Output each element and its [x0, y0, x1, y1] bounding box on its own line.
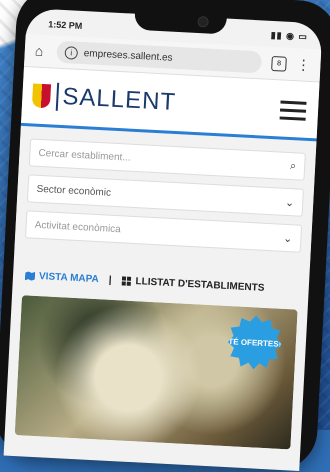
info-icon[interactable]: i — [64, 45, 79, 60]
phone-notch — [134, 5, 228, 35]
home-icon[interactable]: ⌂ — [34, 43, 57, 60]
url-field[interactable]: i empreses.sallent.es — [56, 40, 263, 74]
hamburger-icon[interactable] — [279, 100, 307, 125]
search-icon[interactable]: ⌕ — [290, 160, 297, 173]
chevron-down-icon: ⌄ — [284, 196, 295, 209]
search-placeholder: Cercar establiment... — [38, 147, 131, 164]
filters: Cercar establiment... ⌕ Sector econòmic … — [14, 125, 317, 268]
phone-screen: 1:52 PM ▮▮ ◉ ▭ ⌂ i empreses.sallent.es 8… — [3, 8, 323, 471]
site-logo[interactable]: SALLENT — [62, 83, 177, 117]
sector-select[interactable]: Sector econòmic ⌄ — [26, 174, 304, 217]
sector-label: Sector econòmic — [36, 183, 112, 199]
chevron-down-icon: ⌄ — [282, 232, 293, 245]
phone-frame: 1:52 PM ▮▮ ◉ ▭ ⌂ i empreses.sallent.es 8… — [0, 0, 330, 472]
status-icons: ▮▮ ◉ ▭ — [270, 29, 309, 42]
status-time: 1:52 PM — [47, 19, 83, 31]
activity-select[interactable]: Activitat econòmica ⌄ — [25, 210, 303, 253]
map-view-label: VISTA MAPA — [38, 271, 100, 286]
logo-divider — [55, 82, 60, 111]
tabs-icon[interactable]: 8 — [271, 55, 287, 72]
search-input[interactable]: Cercar establiment... ⌕ — [28, 138, 306, 181]
list-view-link[interactable]: LLISTAT D'ESTABLIMENTS — [121, 275, 265, 294]
view-separator: | — [108, 274, 112, 286]
url-text: empreses.sallent.es — [83, 47, 173, 64]
camera-icon — [197, 16, 209, 28]
map-view-link[interactable]: VISTA MAPA — [25, 270, 99, 285]
coat-of-arms-icon[interactable] — [31, 83, 52, 109]
map-icon — [25, 271, 35, 281]
list-view-label: LLISTAT D'ESTABLIMENTS — [135, 276, 265, 294]
offers-badge: TÉ OFERTES! — [226, 314, 283, 371]
menu-dots-icon[interactable]: ⋮ — [296, 56, 311, 74]
activity-label: Activitat econòmica — [34, 219, 122, 235]
grid-icon — [121, 276, 131, 286]
establishment-card-image[interactable]: TÉ OFERTES! — [14, 295, 298, 450]
